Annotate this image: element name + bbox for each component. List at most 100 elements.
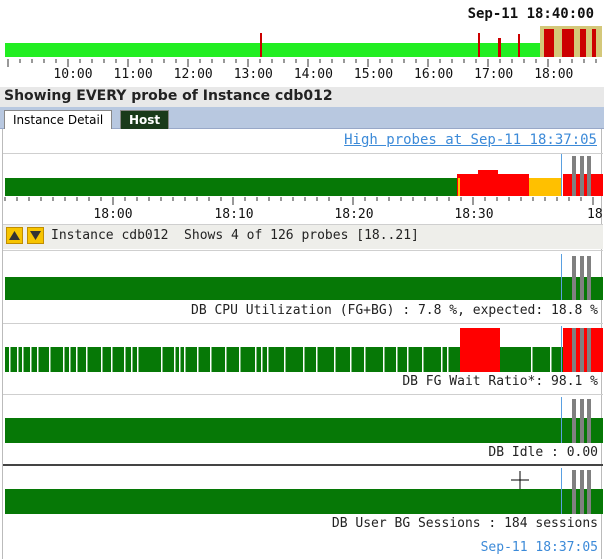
arrow-up-icon — [9, 231, 20, 240]
overview-tick-label: 10:00 — [53, 67, 93, 82]
probe-gap — [383, 347, 385, 372]
probe-gap — [284, 347, 286, 372]
next-probes-button[interactable] — [27, 227, 44, 244]
ov-alert-spike — [498, 38, 501, 57]
probe-gap — [63, 347, 65, 372]
probe-gap — [447, 347, 449, 372]
probe-gap — [76, 347, 78, 372]
crosshair-cursor-icon — [511, 471, 529, 489]
probe-gap — [364, 347, 366, 372]
overview-tick-label: 11:00 — [113, 67, 153, 82]
probe-gap — [210, 347, 212, 372]
probe-gap — [316, 347, 318, 372]
probe-marker — [572, 470, 576, 514]
probe-gap — [184, 347, 186, 372]
overview-axis: 10:00 11:00 12:00 13:00 14:00 15:00 16:00 17:00… — [5, 58, 600, 88]
probe-gap — [441, 347, 443, 372]
probe-gap — [86, 347, 88, 372]
probe-gap — [9, 347, 11, 372]
probe-marker — [587, 156, 591, 196]
ov-alert-spike — [478, 33, 480, 57]
tab-bar: Instance Detail Host — [0, 107, 604, 130]
probe-gap — [131, 347, 133, 372]
metric-high-block — [460, 328, 500, 372]
probe-marker — [572, 256, 576, 300]
zoom-high-segment — [457, 174, 529, 196]
probe-marker — [587, 256, 591, 300]
probe-gap — [69, 347, 71, 372]
probe-gap — [161, 347, 163, 372]
overview-tick-label: 18:00 — [534, 67, 574, 82]
probe-gap — [225, 347, 227, 372]
probe-gap — [137, 347, 139, 372]
probe-gap — [124, 347, 126, 372]
probe-gap — [531, 347, 533, 372]
prev-probes-button[interactable] — [6, 227, 23, 244]
probe-navigation: Instance cdb012 Shows 4 of 126 probes [1… — [3, 225, 603, 249]
overview-tick-label: 15:00 — [353, 67, 394, 82]
ov-alert-block — [562, 29, 574, 57]
metric-ok-band — [5, 418, 603, 443]
probe-gap — [550, 347, 552, 372]
probe-gap — [255, 347, 257, 372]
probe-gap — [422, 347, 424, 372]
high-probes-link[interactable]: High probes at Sep-11 18:37:05 — [344, 132, 597, 148]
ov-alert-block — [580, 29, 586, 57]
tab-host[interactable]: Host — [120, 110, 170, 129]
metric-strip-fg-wait[interactable] — [3, 326, 603, 372]
probe-range-text: Instance cdb012 Shows 4 of 126 probes [1… — [51, 228, 419, 243]
overview-tick-label: 16:00 — [414, 67, 454, 82]
probe-gap — [334, 347, 336, 372]
ov-alert-spike — [260, 33, 262, 57]
probe-gap — [303, 347, 305, 372]
probe-marker — [580, 328, 584, 372]
ov-alert-block — [544, 29, 554, 57]
probe-gap — [37, 347, 39, 372]
zoom-high-peak — [478, 170, 498, 176]
probe-gap — [239, 347, 241, 372]
probe-gap — [17, 347, 19, 372]
probe-marker — [587, 470, 591, 514]
instance-header: Showing EVERY probe of Instance cdb012 — [0, 87, 604, 107]
ov-ok-segment — [5, 43, 600, 57]
metric-label-cpu: DB CPU Utilization (FG+BG) : 7.8 %, expe… — [191, 303, 598, 318]
probe-marker — [580, 156, 584, 196]
probe-marker — [580, 470, 584, 514]
metric-strip-idle[interactable] — [3, 397, 603, 443]
footer-timestamp: Sep-11 18:37:05 — [480, 540, 598, 555]
zoom-medium-segment — [529, 178, 562, 196]
instance-detail-panel: High probes at Sep-11 18:37:05 18:00 18:… — [2, 129, 603, 559]
probe-gap — [179, 347, 181, 372]
overview-timeline[interactable]: Sep-11 18:40:00 10:00 11:00 12:00 13:00 14:0… — [0, 0, 604, 87]
metric-label-idle: DB Idle : 0.00 — [488, 445, 598, 460]
probe-gap — [261, 347, 263, 372]
probe-gap — [174, 347, 176, 372]
overview-tick-label: 17:00 — [474, 67, 514, 82]
zoom-tick-label: 18:10 — [214, 207, 253, 222]
probe-gap — [197, 347, 199, 372]
divider — [3, 464, 603, 466]
probe-gap — [22, 347, 24, 372]
divider — [3, 394, 603, 395]
probe-marker — [572, 399, 576, 443]
ov-alert-block — [592, 29, 596, 57]
overview-tick-label: 14:00 — [293, 67, 333, 82]
overview-tick-label: 12:00 — [173, 67, 213, 82]
probe-marker — [580, 399, 584, 443]
probe-marker — [572, 328, 576, 372]
zoom-axis-ticks — [4, 197, 594, 205]
probe-gap — [350, 347, 352, 372]
zoom-medium-segment — [458, 178, 460, 196]
probe-gap — [267, 347, 269, 372]
metric-ok-band — [5, 277, 603, 300]
divider — [3, 323, 603, 324]
ov-alert-spike — [518, 34, 520, 57]
zoom-ok-segment — [5, 178, 457, 196]
zoom-tick-label: 18:20 — [334, 207, 373, 222]
zoom-timeline[interactable]: 18:00 18:10 18:20 18:30 18:4 — [3, 154, 603, 224]
zoom-tick-label: 18:30 — [454, 207, 493, 222]
metric-strip-cpu[interactable] — [3, 254, 603, 300]
probe-gap — [30, 347, 32, 372]
tab-instance-detail[interactable]: Instance Detail — [4, 110, 113, 130]
probe-gap — [101, 347, 103, 372]
